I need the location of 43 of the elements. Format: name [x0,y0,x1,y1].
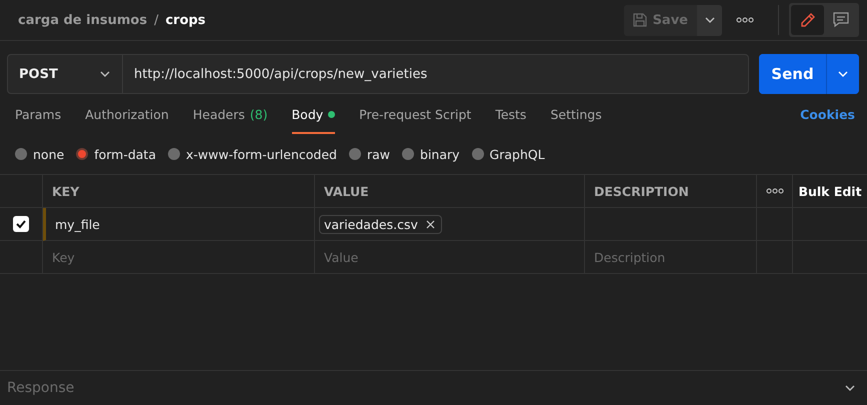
tab[interactable]: Body [292,94,336,134]
body-type-option[interactable]: x-www-form-urlencoded [168,146,337,162]
edit-mode-button[interactable] [791,5,824,35]
body-type-option[interactable]: binary [402,146,460,162]
radio-button[interactable] [472,148,484,160]
save-icon [632,13,647,27]
key-cell[interactable]: my_file [43,208,315,241]
checkbox[interactable] [13,216,29,232]
tab[interactable]: Pre-request Script [359,94,472,134]
radio-button[interactable] [348,148,361,160]
checkmark-icon [15,218,27,230]
pencil-icon [798,11,816,29]
radio-button[interactable] [15,148,27,160]
radio-button[interactable] [168,148,180,160]
tab[interactable]: Headers (8) [192,94,268,134]
column-header: DESCRIPTION [585,175,757,208]
tab[interactable]: Params [15,94,62,134]
column-header: KEY [43,175,315,208]
body-type-option[interactable]: GraphQL [472,146,545,162]
close-icon[interactable] [426,220,435,228]
body-type-option[interactable]: raw [348,146,390,162]
tab[interactable]: Settings [550,94,602,134]
save-options-button[interactable] [697,4,722,36]
breadcrumb-separator: / [154,12,158,28]
radio-button[interactable] [76,148,88,160]
cookies-link[interactable]: Cookies [800,106,855,122]
chevron-down-icon[interactable] [845,384,855,392]
file-chip[interactable]: variedades.csv [319,214,442,234]
response-label: Response [7,380,74,396]
chevron-down-icon [704,16,714,24]
body-type-option[interactable]: none [15,146,64,162]
more-icon[interactable] [736,16,754,24]
radio-button[interactable] [402,148,414,160]
comment-icon [832,11,850,29]
tab[interactable]: Tests [495,94,526,134]
more-icon[interactable] [766,187,784,195]
body-type-option[interactable]: form-data [76,146,156,162]
collection-link[interactable]: carga de insumos [18,12,148,28]
chevron-down-icon [838,70,848,78]
bulk-edit-button[interactable]: Bulk Edit [793,175,867,208]
tab[interactable]: Authorization [85,94,169,134]
request-name: crops [165,12,206,28]
column-header: VALUE [315,175,585,208]
